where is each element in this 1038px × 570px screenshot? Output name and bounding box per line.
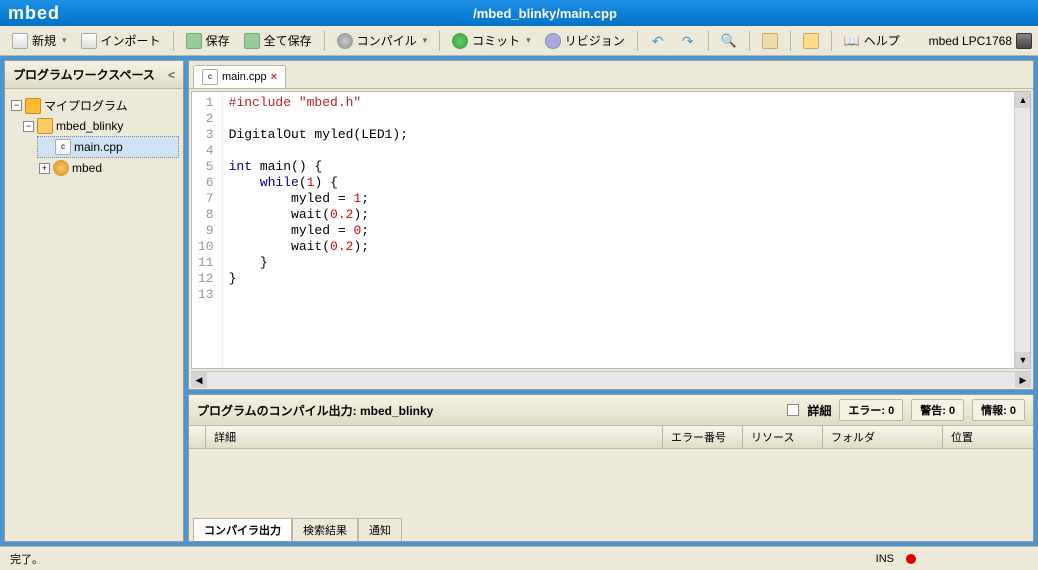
save-icon bbox=[186, 33, 202, 49]
separator bbox=[637, 31, 638, 51]
workspace-header: プログラムワークスペース < bbox=[5, 61, 183, 89]
redo-button[interactable]: ↷ bbox=[674, 30, 702, 52]
warnings-count[interactable]: 警告: 0 bbox=[911, 399, 964, 421]
commit-button[interactable]: コミット▾ bbox=[446, 29, 537, 52]
import-icon bbox=[81, 33, 97, 49]
separator bbox=[173, 31, 174, 51]
tree-root[interactable]: − マイプログラム bbox=[9, 95, 179, 116]
undo-button[interactable]: ↶ bbox=[644, 30, 672, 52]
editor-column: c main.cpp × 12345678910111213 #include … bbox=[188, 60, 1034, 542]
tree-file-selected[interactable]: c main.cpp bbox=[37, 136, 179, 158]
editor-tab[interactable]: c main.cpp × bbox=[193, 65, 286, 88]
line-gutter: 12345678910111213 bbox=[192, 92, 223, 368]
insert-mode: INS bbox=[876, 553, 894, 565]
scroll-down-icon[interactable]: ▼ bbox=[1015, 352, 1031, 368]
status-bar: 完了。 INS bbox=[0, 546, 1038, 570]
twist-minus-icon[interactable]: − bbox=[11, 100, 22, 111]
tree-project[interactable]: − mbed_blinky bbox=[21, 116, 179, 136]
title-bar: mbed /mbed_blinky/main.cpp bbox=[0, 0, 1038, 26]
code-content[interactable]: #include "mbed.h" DigitalOut myled(LED1)… bbox=[223, 92, 1030, 368]
find-button[interactable]: 🔍 bbox=[715, 30, 743, 52]
file-path: /mbed_blinky/main.cpp bbox=[60, 6, 1030, 21]
separator bbox=[324, 31, 325, 51]
revision-icon bbox=[545, 33, 561, 49]
output-title: プログラムのコンパイル出力: mbed_blinky bbox=[197, 402, 433, 419]
record-indicator-icon bbox=[906, 554, 916, 564]
new-button[interactable]: 新規▾ bbox=[6, 29, 73, 52]
output-tabs: コンパイラ出力 検索結果 通知 bbox=[189, 518, 1033, 541]
print-button[interactable] bbox=[756, 30, 784, 52]
collapse-icon[interactable]: < bbox=[168, 68, 175, 82]
revision-button[interactable]: リビジョン bbox=[539, 29, 631, 52]
separator bbox=[749, 31, 750, 51]
separator bbox=[708, 31, 709, 51]
save-all-button[interactable]: 全て保存 bbox=[238, 29, 318, 52]
twist-minus-icon[interactable]: − bbox=[23, 121, 34, 132]
status-text: 完了。 bbox=[10, 551, 43, 567]
chevron-down-icon: ▾ bbox=[526, 35, 531, 46]
col-position[interactable]: 位置 bbox=[943, 426, 1033, 448]
main-area: プログラムワークスペース < − マイプログラム − mbed_blinky c… bbox=[0, 56, 1038, 546]
import-button[interactable]: インポート bbox=[75, 29, 167, 52]
close-tab-icon[interactable]: × bbox=[271, 71, 277, 83]
save-all-icon bbox=[244, 33, 260, 49]
gear-icon bbox=[53, 160, 69, 176]
new-file-icon bbox=[12, 33, 28, 49]
tab-compiler-output[interactable]: コンパイラ出力 bbox=[193, 518, 292, 541]
book-icon: 📖 bbox=[844, 33, 860, 49]
tab-search-results[interactable]: 検索結果 bbox=[292, 518, 358, 541]
scroll-left-icon[interactable]: ◀ bbox=[191, 372, 207, 388]
errors-count[interactable]: エラー: 0 bbox=[839, 399, 903, 421]
output-header: プログラムのコンパイル出力: mbed_blinky 詳細 エラー: 0 警告:… bbox=[189, 395, 1033, 426]
undo-icon: ↶ bbox=[650, 33, 666, 49]
project-icon bbox=[37, 118, 53, 134]
col-folder[interactable]: フォルダ bbox=[823, 426, 943, 448]
tool-button[interactable] bbox=[797, 30, 825, 52]
redo-icon: ↷ bbox=[680, 33, 696, 49]
tab-notifications[interactable]: 通知 bbox=[358, 518, 402, 541]
separator bbox=[790, 31, 791, 51]
workspace-panel: プログラムワークスペース < − マイプログラム − mbed_blinky c… bbox=[4, 60, 184, 542]
main-toolbar: 新規▾ インポート 保存 全て保存 コンパイル▾ コミット▾ リビジョン ↶ ↷… bbox=[0, 26, 1038, 56]
editor-panel: c main.cpp × 12345678910111213 #include … bbox=[188, 60, 1034, 390]
col-detail[interactable]: 詳細 bbox=[206, 426, 663, 448]
col-icon[interactable] bbox=[189, 426, 206, 448]
chevron-down-icon: ▾ bbox=[423, 35, 428, 46]
c-file-icon: c bbox=[202, 69, 218, 85]
vertical-scrollbar[interactable]: ▲ ▼ bbox=[1014, 92, 1030, 368]
help-button[interactable]: 📖ヘルプ bbox=[838, 29, 906, 52]
workspace-tree: − マイプログラム − mbed_blinky c main.cpp + mbe… bbox=[5, 89, 183, 541]
infos-count[interactable]: 情報: 0 bbox=[972, 399, 1025, 421]
detail-checkbox[interactable] bbox=[787, 404, 799, 416]
device-label[interactable]: mbed LPC1768 bbox=[929, 34, 1012, 48]
chevron-down-icon: ▾ bbox=[62, 35, 67, 46]
code-editor[interactable]: 12345678910111213 #include "mbed.h" Digi… bbox=[191, 91, 1031, 369]
folder-icon bbox=[25, 98, 41, 114]
c-file-icon: c bbox=[55, 139, 71, 155]
separator bbox=[831, 31, 832, 51]
separator bbox=[439, 31, 440, 51]
binoculars-icon: 🔍 bbox=[721, 33, 737, 49]
col-resource[interactable]: リソース bbox=[743, 426, 823, 448]
print-icon bbox=[762, 33, 778, 49]
wrench-icon bbox=[803, 33, 819, 49]
output-panel: プログラムのコンパイル出力: mbed_blinky 詳細 エラー: 0 警告:… bbox=[188, 394, 1034, 542]
save-button[interactable]: 保存 bbox=[180, 29, 236, 52]
scroll-right-icon[interactable]: ▶ bbox=[1015, 372, 1031, 388]
col-errno[interactable]: エラー番号 bbox=[663, 426, 743, 448]
tree-lib[interactable]: + mbed bbox=[37, 158, 179, 178]
editor-tabs: c main.cpp × bbox=[189, 61, 1033, 89]
horizontal-scrollbar[interactable]: ◀ ▶ bbox=[191, 371, 1031, 387]
output-table: 詳細 エラー番号 リソース フォルダ 位置 bbox=[189, 426, 1033, 518]
table-header: 詳細 エラー番号 リソース フォルダ 位置 bbox=[189, 426, 1033, 449]
app-brand: mbed bbox=[8, 3, 60, 24]
commit-icon bbox=[452, 33, 468, 49]
compile-button[interactable]: コンパイル▾ bbox=[331, 29, 434, 52]
scroll-up-icon[interactable]: ▲ bbox=[1015, 92, 1031, 108]
chip-icon[interactable] bbox=[1016, 33, 1032, 49]
gear-icon bbox=[337, 33, 353, 49]
twist-plus-icon[interactable]: + bbox=[39, 163, 50, 174]
